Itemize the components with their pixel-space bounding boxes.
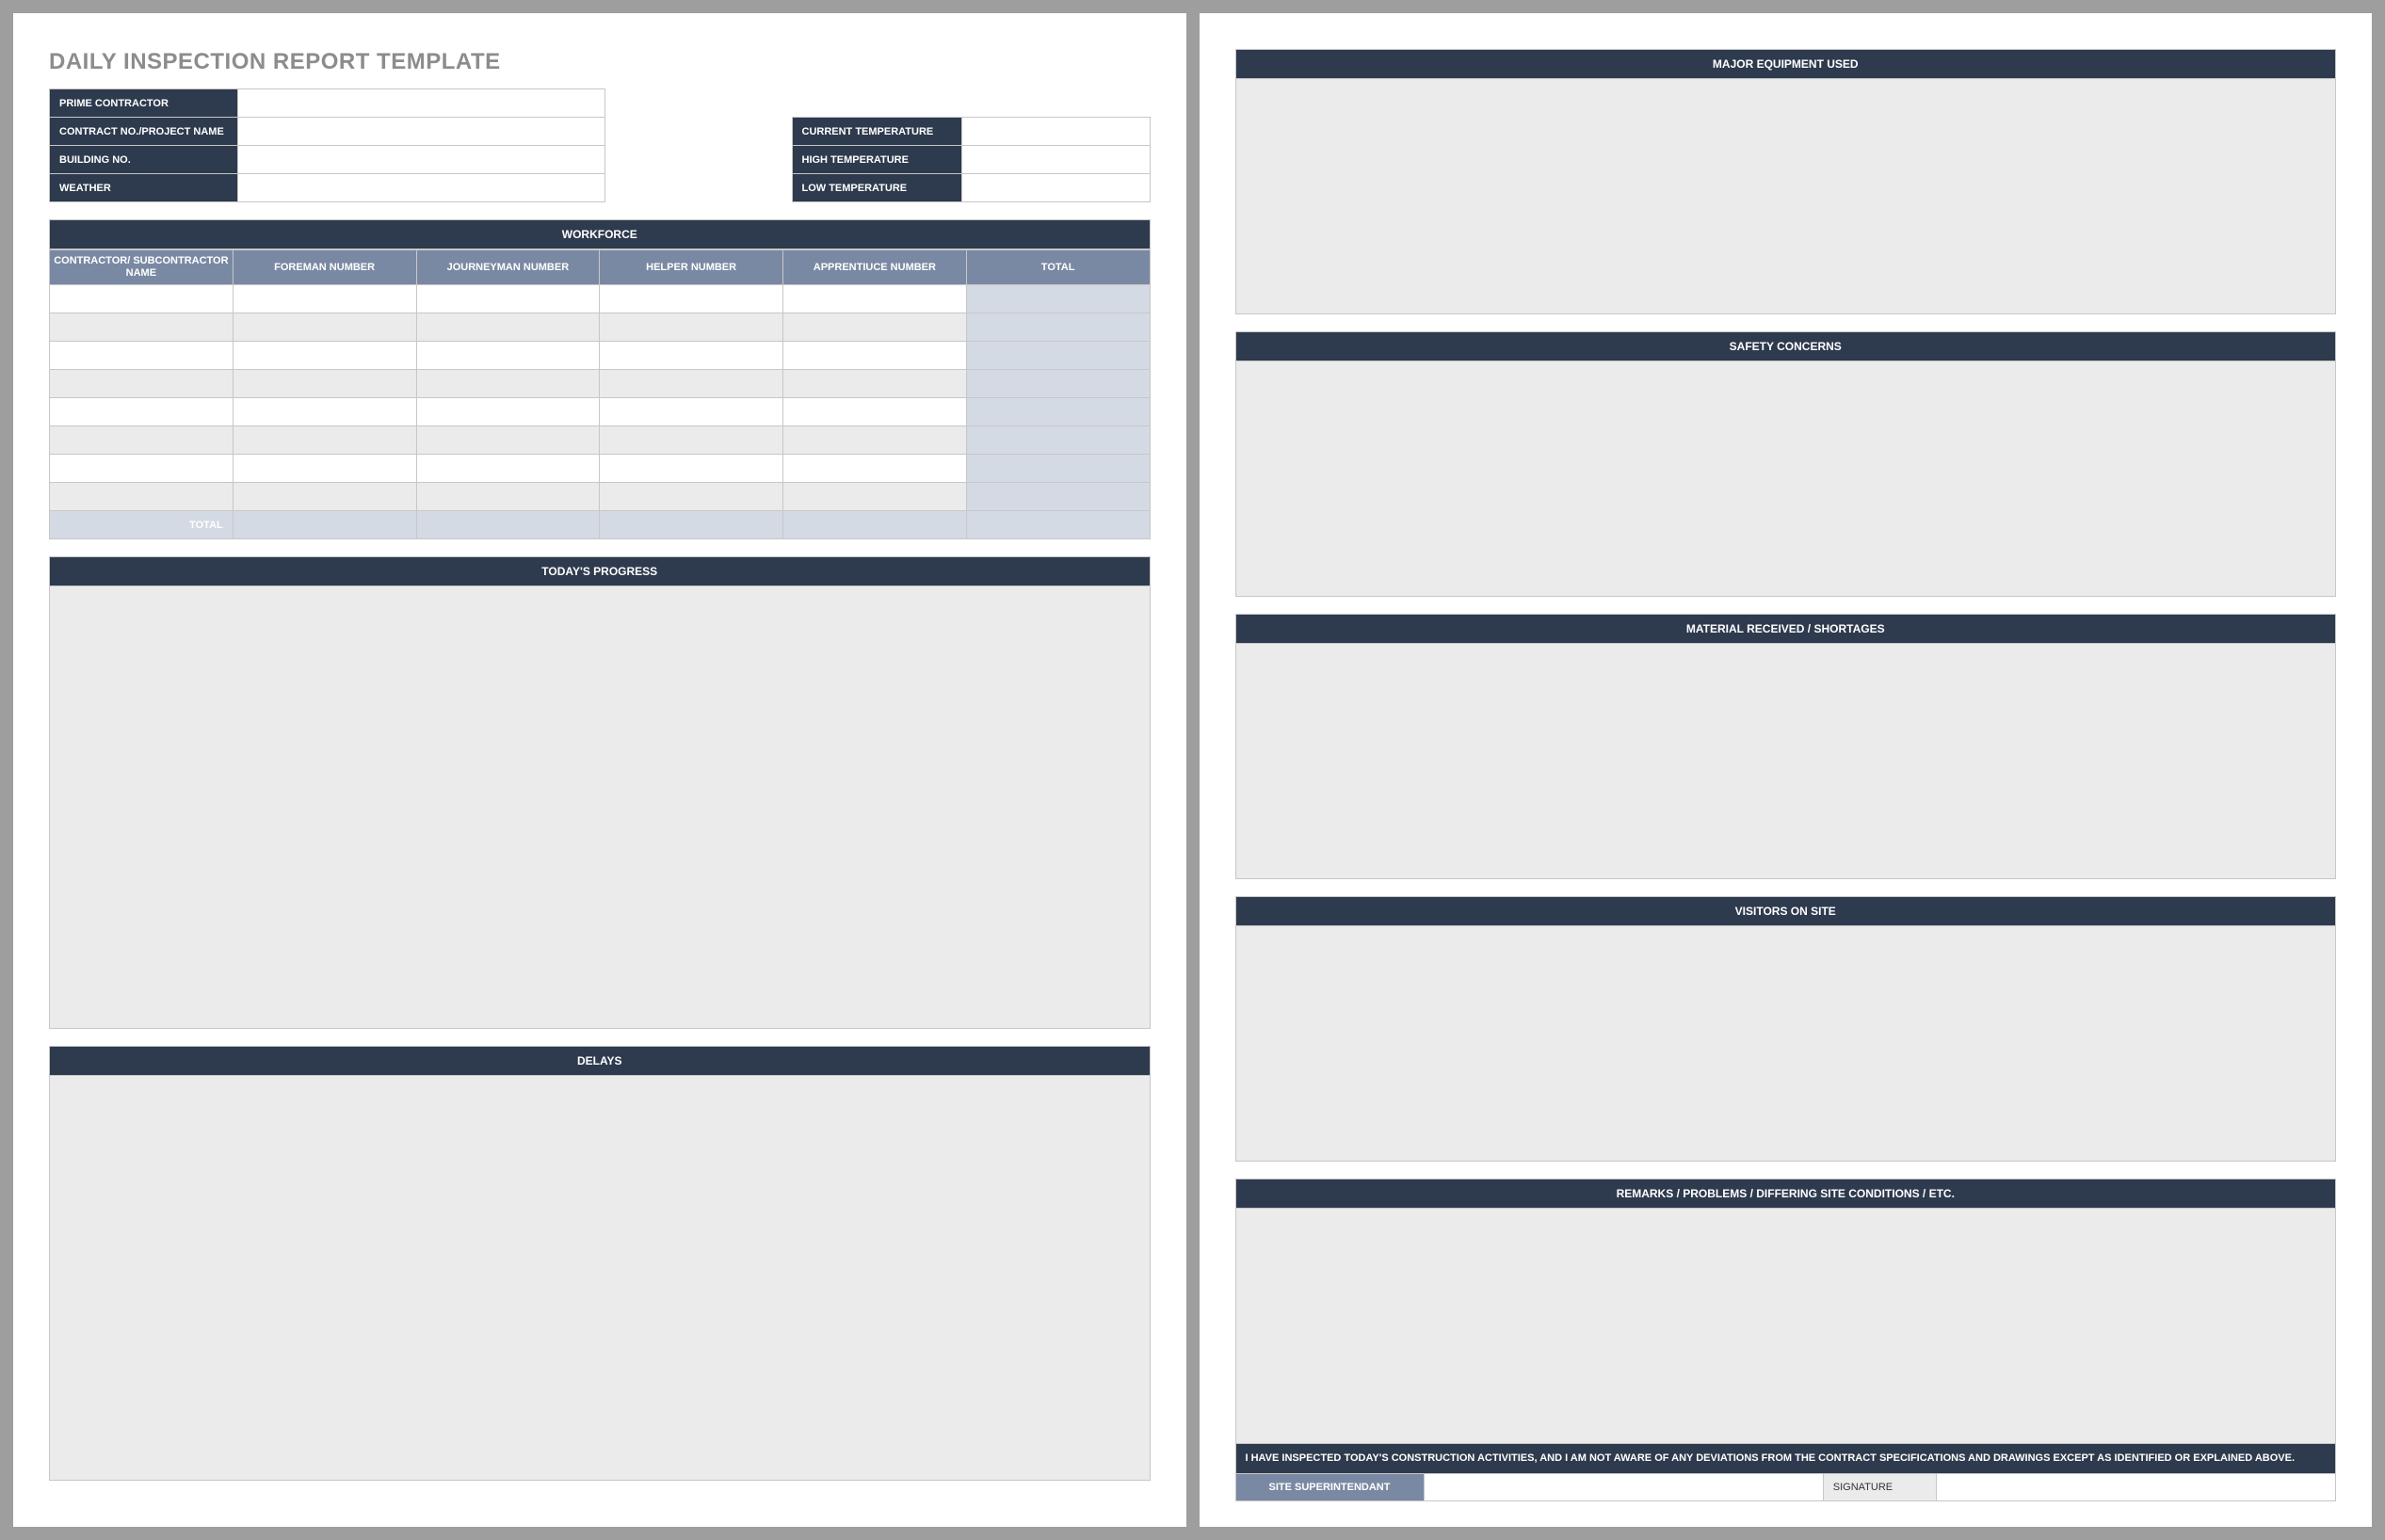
table-row (50, 426, 1151, 455)
section-header-remarks: REMARKS / PROBLEMS / DIFFERING SITE COND… (1235, 1179, 2337, 1209)
page-1: DAILY INSPECTION REPORT TEMPLATE PRIME C… (13, 13, 1186, 1527)
field-current-temp[interactable] (961, 118, 1150, 146)
wf-col-contractor: CONTRACTOR/ SUBCONTRACTOR NAME (50, 250, 234, 285)
section-header-visitors: VISITORS ON SITE (1235, 896, 2337, 926)
header-right-table: CURRENT TEMPERATURE HIGH TEMPERATURE LOW… (792, 117, 1151, 202)
section-body-safety[interactable] (1235, 361, 2337, 597)
header-fields: PRIME CONTRACTOR CONTRACT NO./PROJECT NA… (49, 88, 1151, 202)
field-signature[interactable] (1937, 1474, 2335, 1500)
section-header-progress: TODAY'S PROGRESS (49, 556, 1151, 586)
table-row (50, 342, 1151, 370)
section-header-equipment: MAJOR EQUIPMENT USED (1235, 49, 2337, 79)
table-row (50, 370, 1151, 398)
section-body-progress[interactable] (49, 586, 1151, 1029)
label-weather: WEATHER (50, 174, 238, 202)
section-header-delays: DELAYS (49, 1046, 1151, 1076)
header-left-table: PRIME CONTRACTOR CONTRACT NO./PROJECT NA… (49, 88, 605, 202)
field-site-superintendant[interactable] (1425, 1474, 1824, 1500)
section-body-visitors[interactable] (1235, 926, 2337, 1162)
wf-col-apprentice: APPRENTIUCE NUMBER (783, 250, 967, 285)
label-high-temp: HIGH TEMPERATURE (792, 146, 961, 174)
signature-row: SITE SUPERINTENDANT SIGNATURE (1235, 1474, 2337, 1501)
page-2: MAJOR EQUIPMENT USED SAFETY CONCERNS MAT… (1200, 13, 2373, 1527)
label-low-temp: LOW TEMPERATURE (792, 174, 961, 202)
table-row (50, 285, 1151, 313)
section-header-material: MATERIAL RECEIVED / SHORTAGES (1235, 614, 2337, 644)
section-header-safety: SAFETY CONCERNS (1235, 331, 2337, 361)
certification-statement: I HAVE INSPECTED TODAY'S CONSTRUCTION AC… (1235, 1444, 2337, 1474)
label-current-temp: CURRENT TEMPERATURE (792, 118, 961, 146)
label-contract-no: CONTRACT NO./PROJECT NAME (50, 118, 238, 146)
field-building-no[interactable] (238, 146, 605, 174)
field-low-temp[interactable] (961, 174, 1150, 202)
section-header-workforce: WORKFORCE (49, 219, 1151, 249)
document-title: DAILY INSPECTION REPORT TEMPLATE (49, 49, 1151, 75)
section-body-equipment[interactable] (1235, 79, 2337, 314)
section-body-material[interactable] (1235, 644, 2337, 879)
section-body-delays[interactable] (49, 1076, 1151, 1481)
wf-col-foreman: FOREMAN NUMBER (233, 250, 416, 285)
wf-col-total: TOTAL (966, 250, 1150, 285)
section-body-remarks[interactable] (1235, 1209, 2337, 1444)
wf-col-helper: HELPER NUMBER (600, 250, 783, 285)
field-high-temp[interactable] (961, 146, 1150, 174)
table-row (50, 455, 1151, 483)
wf-total-label: TOTAL (50, 511, 234, 539)
table-row (50, 483, 1151, 511)
field-weather[interactable] (238, 174, 605, 202)
label-signature: SIGNATURE (1824, 1474, 1937, 1500)
wf-total-row: TOTAL (50, 511, 1151, 539)
label-building-no: BUILDING NO. (50, 146, 238, 174)
table-row (50, 398, 1151, 426)
table-row (50, 313, 1151, 342)
field-prime-contractor[interactable] (238, 89, 605, 118)
label-prime-contractor: PRIME CONTRACTOR (50, 89, 238, 118)
workforce-table: CONTRACTOR/ SUBCONTRACTOR NAME FOREMAN N… (49, 249, 1151, 539)
wf-col-journeyman: JOURNEYMAN NUMBER (416, 250, 600, 285)
label-site-superintendant: SITE SUPERINTENDANT (1236, 1474, 1425, 1500)
field-contract-no[interactable] (238, 118, 605, 146)
